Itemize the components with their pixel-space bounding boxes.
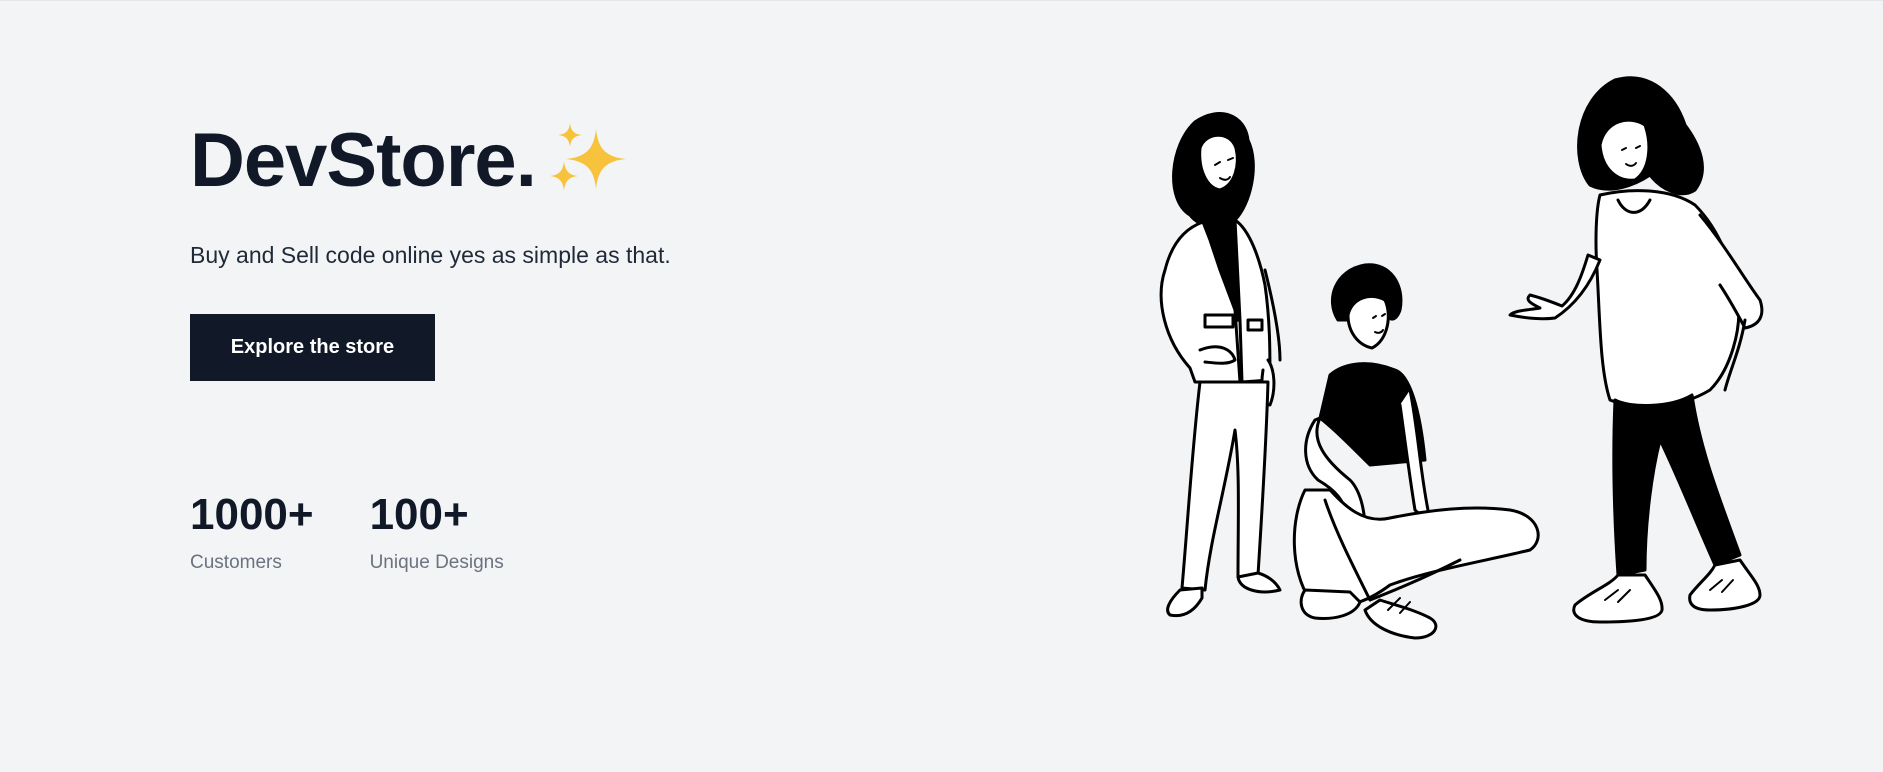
stat-label: Customers bbox=[190, 552, 282, 573]
person-standing-woman bbox=[1159, 112, 1282, 618]
explore-store-button[interactable]: Explore the store bbox=[190, 314, 435, 381]
top-divider bbox=[0, 0, 1883, 1]
person-sitting-man bbox=[1292, 263, 1540, 640]
stat-value: 100+ bbox=[369, 490, 469, 539]
hero-section: DevStore. Buy and Sell code online yes a… bbox=[190, 118, 671, 381]
stat-value: 1000+ bbox=[190, 490, 314, 539]
person-walking-woman bbox=[1508, 76, 1764, 624]
sparkles-icon bbox=[549, 123, 626, 191]
page-title: DevStore. bbox=[190, 118, 537, 203]
stat-customers: 1000+ Customers bbox=[190, 490, 314, 574]
stat-designs: 100+ Unique Designs bbox=[370, 490, 504, 574]
people-illustration bbox=[1159, 76, 1764, 640]
hero-subtitle: Buy and Sell code online yes as simple a… bbox=[190, 242, 671, 268]
stat-label: Unique Designs bbox=[369, 552, 504, 573]
stats-section: 1000+ Customers 100+ Unique Designs bbox=[190, 490, 560, 574]
title-row: DevStore. bbox=[190, 118, 671, 204]
